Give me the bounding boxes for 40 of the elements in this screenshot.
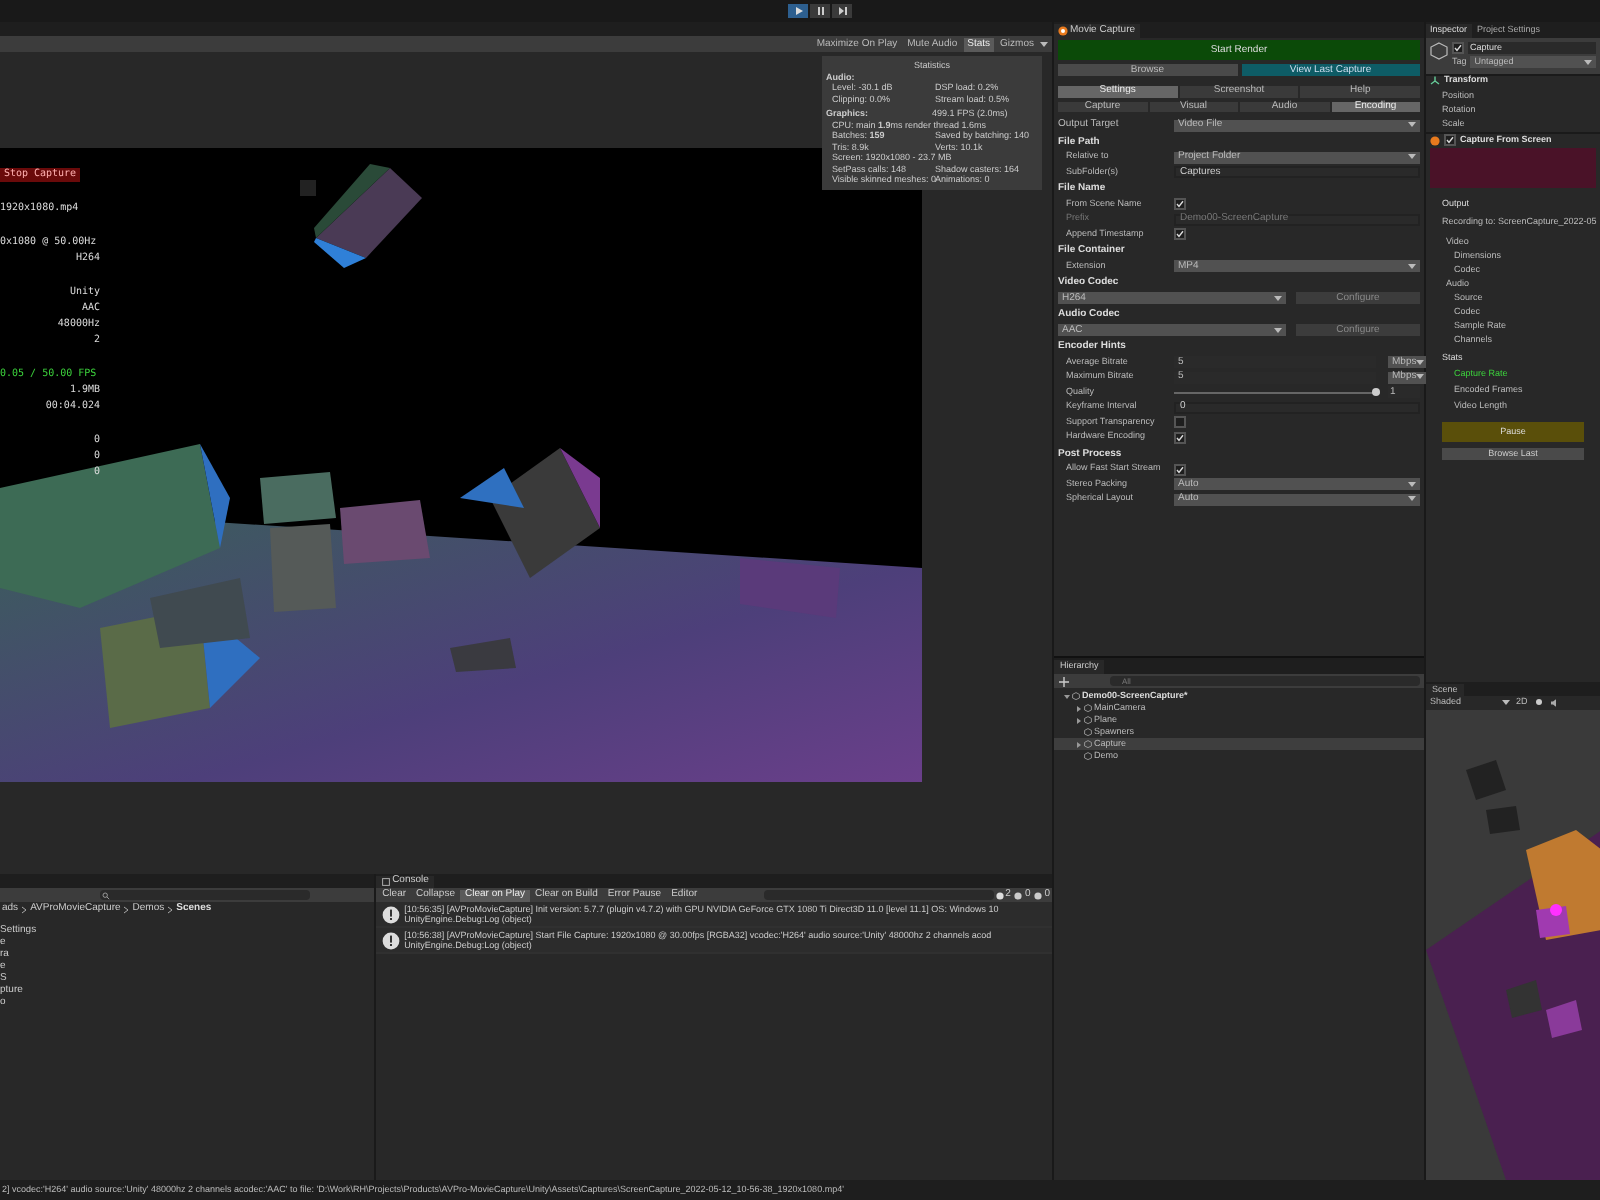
enabled-checkbox[interactable] — [1444, 134, 1456, 147]
caret-icon — [1274, 327, 1282, 334]
checkbox[interactable] — [1174, 228, 1186, 241]
pause-icon — [815, 6, 825, 16]
checkbox[interactable] — [1174, 463, 1186, 476]
caret-icon — [1408, 154, 1416, 161]
checkbox[interactable] — [1174, 198, 1186, 211]
camera-icon — [1430, 135, 1440, 146]
transform-icon — [1430, 76, 1440, 87]
info-icon — [995, 891, 1004, 899]
caret-icon — [1584, 59, 1592, 66]
step-icon — [837, 6, 847, 16]
cube-icon — [1430, 42, 1448, 60]
camera-icon — [1058, 26, 1068, 36]
light-icon[interactable] — [1533, 698, 1544, 708]
active-checkbox[interactable] — [1452, 42, 1464, 54]
console-search-field[interactable] — [763, 890, 994, 900]
checkbox[interactable] — [1174, 416, 1186, 429]
caret-icon — [1040, 41, 1048, 47]
console-icon — [382, 878, 391, 886]
caret-icon — [1502, 700, 1510, 706]
playback-button[interactable] — [810, 4, 830, 18]
collapsed-arrow-icon[interactable] — [1076, 717, 1082, 723]
checkbox[interactable] — [1174, 431, 1186, 444]
project-search-field[interactable] — [100, 890, 310, 900]
playback-button[interactable] — [832, 4, 852, 18]
collapsed-arrow-icon[interactable] — [1076, 741, 1082, 747]
play-icon — [793, 6, 803, 16]
caret-icon — [1408, 122, 1416, 129]
add-button[interactable] — [1058, 675, 1070, 687]
slider-track[interactable] — [1174, 388, 1380, 397]
expanded-arrow-icon[interactable] — [1064, 693, 1070, 699]
playback-button[interactable] — [788, 4, 808, 18]
slider-thumb[interactable] — [1372, 388, 1380, 397]
caret-icon — [1408, 263, 1416, 270]
collapsed-arrow-icon[interactable] — [1076, 705, 1082, 711]
search-icon — [102, 891, 110, 899]
caret-icon — [1274, 295, 1282, 302]
error-icon — [1034, 891, 1043, 899]
warning-icon — [1014, 891, 1023, 899]
